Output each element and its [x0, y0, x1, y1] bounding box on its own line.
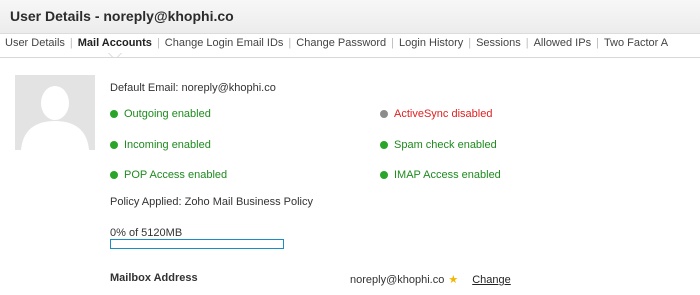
status-dot-icon — [380, 171, 388, 179]
tab-change-login-email-ids[interactable]: Change Login Email IDs — [160, 33, 289, 57]
tab-bar: User Details | Mail Accounts | Change Login … — [0, 33, 700, 58]
tab-login-history[interactable]: Login History — [394, 33, 468, 57]
status-spam-check: Spam check enabled — [380, 139, 497, 151]
tab-two-factor[interactable]: Two Factor A — [599, 33, 673, 57]
status-pop-access: POP Access enabled — [110, 169, 227, 181]
avatar — [15, 75, 95, 150]
quota-progress-bar — [110, 239, 284, 249]
default-email: Default Email: noreply@khophi.co — [110, 82, 276, 94]
tab-sessions[interactable]: Sessions — [471, 33, 526, 57]
quota-text: 0% of 5120MB — [110, 227, 183, 239]
mailbox-address-value: noreply@khophi.co — [350, 274, 445, 286]
change-mailbox-link[interactable]: Change — [472, 274, 511, 286]
status-activesync: ActiveSync disabled — [380, 108, 492, 120]
status-dot-icon — [380, 141, 388, 149]
mailbox-address-row: noreply@khophi.co ★ Change — [350, 273, 511, 286]
status-dot-icon — [110, 110, 118, 118]
tab-allowed-ips[interactable]: Allowed IPs — [529, 33, 596, 57]
status-dot-icon — [110, 141, 118, 149]
mailbox-address-label: Mailbox Address — [110, 272, 198, 284]
status-incoming: Incoming enabled — [110, 139, 211, 151]
status-outgoing: Outgoing enabled — [110, 108, 211, 120]
tab-user-details[interactable]: User Details — [0, 33, 70, 57]
policy-applied: Policy Applied: Zoho Mail Business Polic… — [110, 196, 313, 208]
tab-mail-accounts[interactable]: Mail Accounts — [73, 33, 157, 57]
user-silhouette-icon — [15, 75, 95, 150]
title-bar: User Details - noreply@khophi.co — [0, 0, 700, 34]
status-imap-access: IMAP Access enabled — [380, 169, 501, 181]
page-title: User Details - noreply@khophi.co — [10, 8, 234, 24]
star-icon: ★ — [448, 274, 459, 286]
status-dot-icon — [380, 110, 388, 118]
tab-change-password[interactable]: Change Password — [291, 33, 391, 57]
status-dot-icon — [110, 171, 118, 179]
